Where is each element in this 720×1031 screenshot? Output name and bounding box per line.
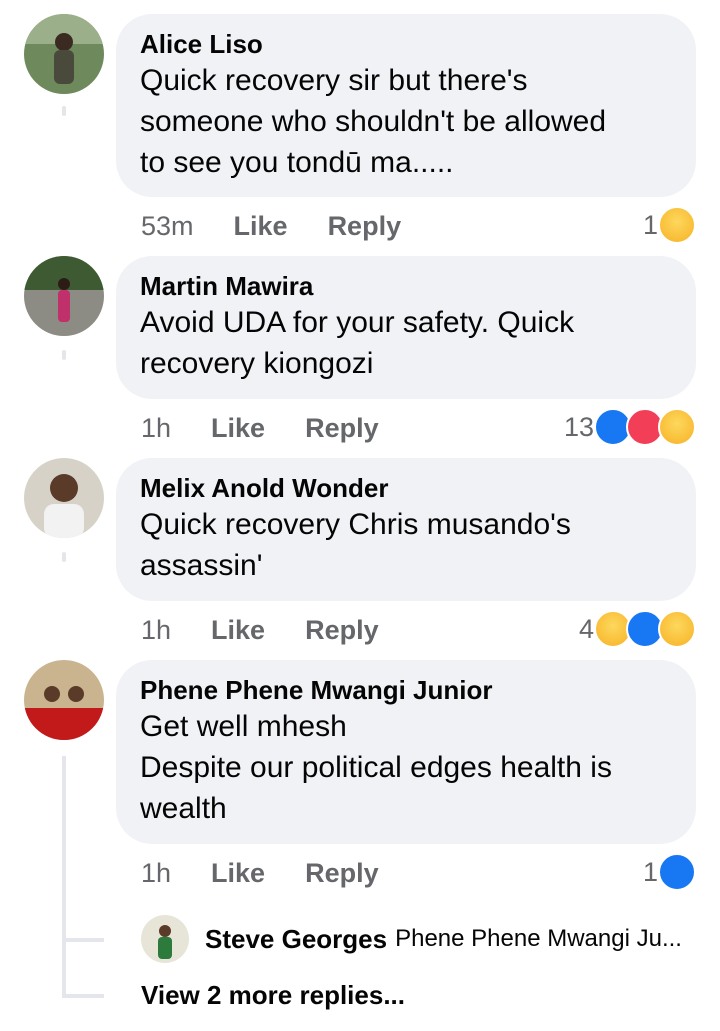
comment-author[interactable]: Alice Liso	[140, 28, 672, 60]
thread-line	[62, 756, 66, 996]
comment-time[interactable]: 53m	[141, 211, 194, 242]
comment-bubble[interactable]: Alice Liso Quick recovery sir but there'…	[116, 14, 696, 197]
reply-button[interactable]: Reply	[305, 858, 379, 889]
avatar[interactable]	[24, 14, 104, 94]
view-more-replies-link[interactable]: View 2 more replies...	[141, 980, 405, 1011]
comment-actions: 1h Like Reply	[141, 615, 379, 646]
avatar[interactable]	[24, 458, 104, 538]
thread-line	[62, 938, 104, 942]
reply-preview[interactable]: Steve Georges Phene Phene Mwangi Ju...	[141, 915, 682, 963]
comment-actions: 53m Like Reply	[141, 211, 401, 242]
reaction-summary[interactable]: 4	[579, 610, 696, 648]
reaction-count: 1	[642, 856, 658, 887]
like-button[interactable]: Like	[234, 211, 288, 242]
avatar[interactable]	[141, 915, 189, 963]
comment-actions: 1h Like Reply	[141, 413, 379, 444]
like-icon	[658, 853, 696, 891]
reaction-count: 1	[642, 209, 658, 240]
comment-text: Quick recovery sir but there's someone w…	[140, 64, 607, 179]
like-button[interactable]: Like	[211, 858, 265, 889]
thread-line	[62, 350, 66, 360]
like-button[interactable]: Like	[211, 413, 265, 444]
reaction-summary[interactable]: 13	[564, 408, 696, 446]
reaction-summary[interactable]: 1	[643, 206, 696, 244]
comment-time[interactable]: 1h	[141, 413, 171, 444]
avatar[interactable]	[24, 256, 104, 336]
like-button[interactable]: Like	[211, 615, 265, 646]
reaction-count: 13	[563, 411, 594, 442]
comment-bubble[interactable]: Phene Phene Mwangi Junior Get well mhesh…	[116, 660, 696, 844]
reply-button[interactable]: Reply	[305, 413, 379, 444]
wow-icon	[658, 610, 696, 648]
haha-icon	[658, 206, 696, 244]
comment-text: Quick recovery Chris musando's assassin'	[140, 508, 571, 582]
comment-bubble[interactable]: Melix Anold Wonder Quick recovery Chris …	[116, 458, 696, 601]
comment-bubble[interactable]: Martin Mawira Avoid UDA for your safety.…	[116, 256, 696, 399]
reply-button[interactable]: Reply	[305, 615, 379, 646]
comment-author[interactable]: Melix Anold Wonder	[140, 472, 672, 504]
reaction-summary[interactable]: 1	[643, 853, 696, 891]
reaction-count: 4	[578, 613, 594, 644]
comment-text: Avoid UDA for your safety. Quick recover…	[140, 306, 575, 380]
reply-button[interactable]: Reply	[328, 211, 402, 242]
thread-line	[62, 994, 104, 998]
reply-author[interactable]: Steve Georges	[205, 924, 387, 955]
comment-time[interactable]: 1h	[141, 615, 171, 646]
comment-time[interactable]: 1h	[141, 858, 171, 889]
thread-line	[62, 106, 66, 116]
thread-line	[62, 552, 66, 562]
comment-author[interactable]: Phene Phene Mwangi Junior	[140, 674, 672, 706]
comment-author[interactable]: Martin Mawira	[140, 270, 672, 302]
comment-actions: 1h Like Reply	[141, 858, 379, 889]
avatar[interactable]	[24, 660, 104, 740]
reply-preview-text[interactable]: Phene Phene Mwangi Ju...	[395, 925, 682, 953]
haha-icon	[658, 408, 696, 446]
comment-text: Get well mhesh Despite our political edg…	[140, 710, 612, 825]
